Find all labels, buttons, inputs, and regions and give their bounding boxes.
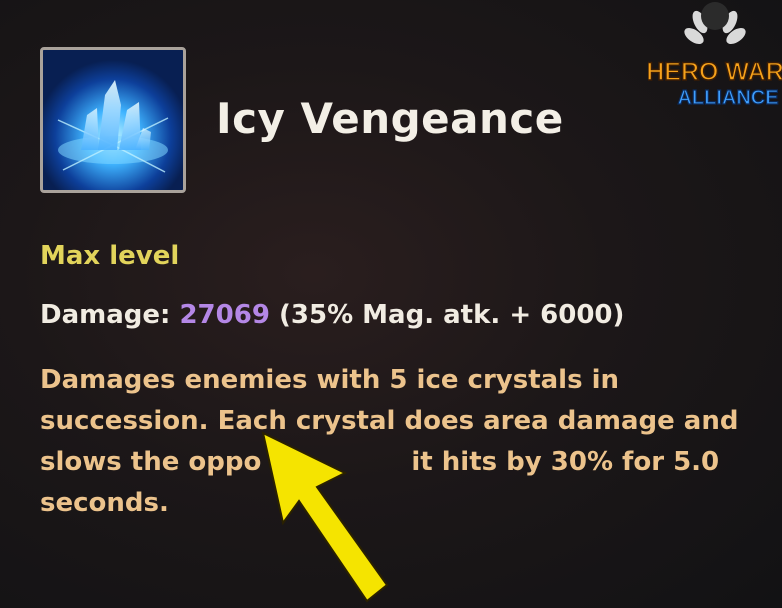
yellow-arrow-icon [255,425,395,605]
description-line: Damages enemies with 5 ice crystals in [40,365,620,395]
max-level-label: Max level [40,241,180,271]
damage-value: 27069 [179,300,270,330]
skill-title: Icy Vengeance [216,94,564,143]
ice-crystal-icon [43,50,183,190]
logo-text-alliance: ALLIANCE [677,87,778,109]
damage-label: Damage: [40,300,171,330]
damage-formula: (35% Mag. atk. + 6000) [279,300,625,330]
skill-icon [40,47,186,193]
game-logo: HERO WAR ALLIANCE [648,0,782,115]
laurel-icon [684,2,746,44]
logo-text-hero: HERO WAR [648,58,782,86]
description-line-3-start: slows the oppo [40,447,262,477]
damage-line: Damage: 27069 (35% Mag. atk. + 6000) [40,300,624,330]
